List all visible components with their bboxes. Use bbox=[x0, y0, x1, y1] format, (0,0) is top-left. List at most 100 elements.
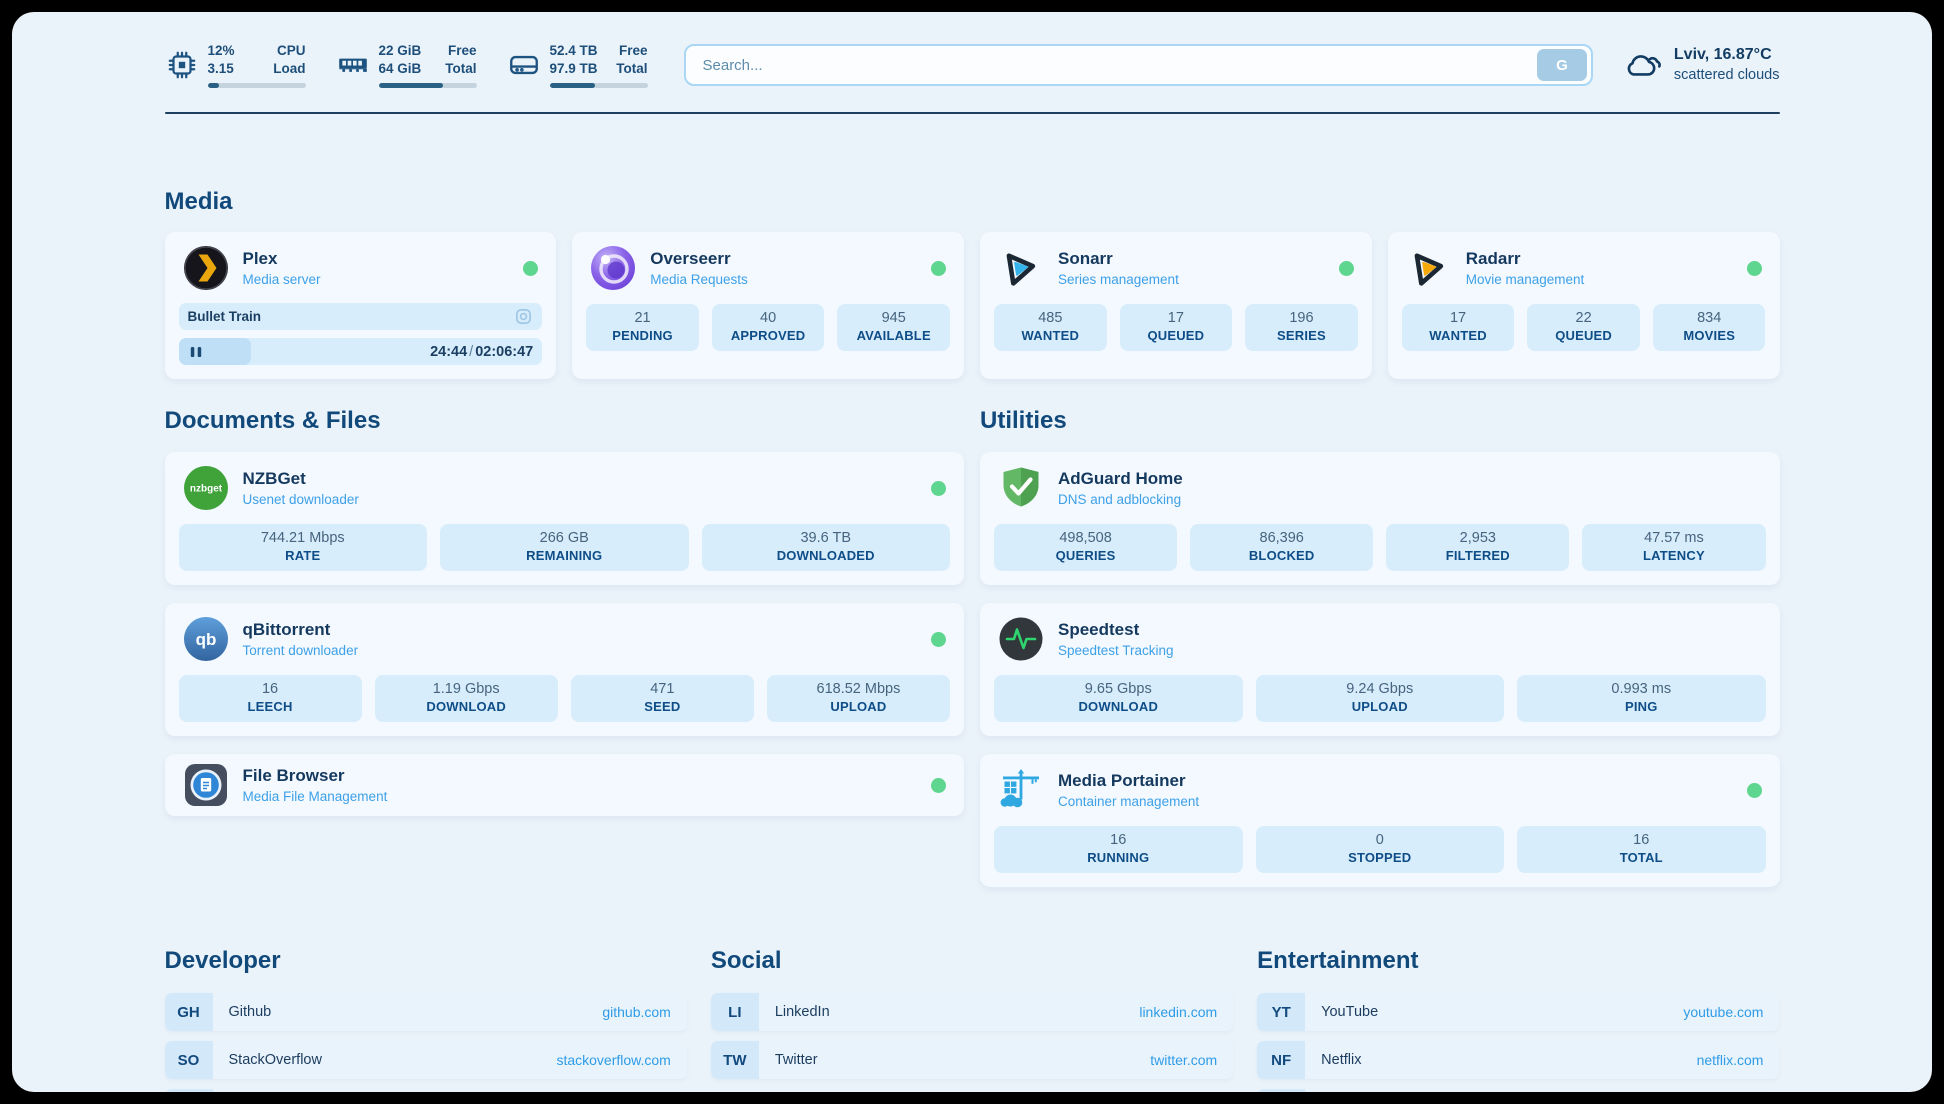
service-card-adguard[interactable]: AdGuard HomeDNS and adblocking498,508QUE… bbox=[980, 452, 1780, 585]
stat-box-available: 945AVAILABLE bbox=[837, 304, 950, 351]
pause-icon[interactable] bbox=[188, 344, 204, 360]
service-card-portainer[interactable]: Media PortainerContainer management16RUN… bbox=[980, 754, 1780, 887]
link-row-linkedin[interactable]: LILinkedInlinkedin.com bbox=[711, 993, 1233, 1031]
stat-label: DOWNLOADED bbox=[706, 548, 947, 563]
link-row-github[interactable]: GHGithubgithub.com bbox=[165, 993, 687, 1031]
stat-value: 21 bbox=[590, 310, 695, 326]
service-subtitle: Media File Management bbox=[243, 789, 388, 804]
service-card-overseerr[interactable]: OverseerrMedia Requests21PENDING40APPROV… bbox=[572, 232, 964, 379]
stat-value: 834 bbox=[1657, 310, 1762, 326]
link-abbreviation-badge: GH bbox=[165, 993, 213, 1031]
link-row-stackoverflow[interactable]: SOStackOverflowstackoverflow.com bbox=[165, 1041, 687, 1079]
link-abbreviation-badge: SO bbox=[165, 1041, 213, 1079]
link-abbreviation-badge: RE bbox=[1257, 1089, 1305, 1092]
link-section-developer: DeveloperGHGithubgithub.comSOStackOverfl… bbox=[165, 947, 687, 1092]
disk-stat: 52.4 TB Free 97.9 TB Total bbox=[507, 42, 648, 87]
service-subtitle: DNS and adblocking bbox=[1058, 492, 1183, 507]
disk-free-label: Free bbox=[619, 42, 648, 60]
stat-value: 16 bbox=[1521, 832, 1762, 848]
stat-value: 86,396 bbox=[1194, 530, 1369, 546]
stat-box-movies: 834MOVIES bbox=[1653, 304, 1766, 351]
disk-progress-track bbox=[550, 83, 648, 88]
service-card-header: OverseerrMedia Requests bbox=[586, 245, 950, 291]
svg-text:qb: qb bbox=[195, 630, 216, 649]
stat-value: 9.65 Gbps bbox=[998, 681, 1239, 697]
service-card-nzbget[interactable]: nzbgetNZBGetUsenet downloader744.21 Mbps… bbox=[165, 452, 965, 585]
service-card-header: RadarrMovie management bbox=[1402, 245, 1766, 291]
search-bar[interactable]: G bbox=[684, 44, 1593, 86]
online-status-dot bbox=[1339, 261, 1354, 276]
stat-box-blocked: 86,396BLOCKED bbox=[1190, 524, 1373, 571]
service-title: NZBGet bbox=[243, 469, 359, 489]
service-titles: SonarrSeries management bbox=[1058, 249, 1179, 287]
link-row-netflix[interactable]: NFNetflixnetflix.com bbox=[1257, 1041, 1779, 1079]
link-name: Github bbox=[229, 1004, 272, 1020]
stat-value: 22 bbox=[1531, 310, 1636, 326]
search-engine-button[interactable]: G bbox=[1537, 49, 1587, 81]
stat-box-total: 16TOTAL bbox=[1517, 826, 1766, 873]
service-stat-row: 9.65 GbpsDOWNLOAD9.24 GbpsUPLOAD0.993 ms… bbox=[994, 675, 1766, 722]
stat-box-download: 9.65 Gbps DOWNLOAD bbox=[994, 675, 1243, 722]
player-settings-icon[interactable] bbox=[514, 307, 533, 326]
stat-label: DOWNLOAD bbox=[998, 699, 1239, 714]
cpu-icon bbox=[165, 48, 199, 82]
documents-section-heading: Documents & Files bbox=[165, 407, 965, 435]
stat-box-queued: 17 QUEUED bbox=[1120, 304, 1233, 351]
stat-value: 17 bbox=[1124, 310, 1229, 326]
link-row-list: LILinkedInlinkedin.com TWTwittertwitter.c… bbox=[711, 993, 1233, 1079]
service-titles: RadarrMovie management bbox=[1466, 249, 1585, 287]
service-title: Media Portainer bbox=[1058, 771, 1199, 791]
link-url: stackoverflow.com bbox=[556, 1052, 670, 1068]
service-card-filebrowser[interactable]: File Browser Media File Management bbox=[165, 754, 965, 816]
ram-total-value: 64 GiB bbox=[379, 60, 422, 78]
ram-stat: 22 GiB Free 64 GiB Total bbox=[336, 42, 477, 87]
service-title: File Browser bbox=[243, 766, 388, 786]
weather-condition: scattered clouds bbox=[1674, 66, 1780, 85]
stat-label: QUEUED bbox=[1124, 328, 1229, 343]
stat-value: 9.24 Gbps bbox=[1260, 681, 1501, 697]
stat-value: 2,953 bbox=[1390, 530, 1565, 546]
service-card-speedtest[interactable]: SpeedtestSpeedtest Tracking9.65 GbpsDOWN… bbox=[980, 603, 1780, 736]
documents-card-stack: nzbgetNZBGetUsenet downloader744.21 Mbps… bbox=[165, 452, 965, 816]
media-section-heading: Media bbox=[165, 188, 1780, 216]
stat-box-approved: 40APPROVED bbox=[712, 304, 825, 351]
playback-progress-bar: 24:44/02:06:47 bbox=[179, 338, 543, 365]
stat-label: DOWNLOAD bbox=[379, 699, 554, 714]
service-subtitle: Movie management bbox=[1466, 272, 1585, 287]
stat-label: FILTERED bbox=[1390, 548, 1565, 563]
link-row-twitter[interactable]: TWTwittertwitter.com bbox=[711, 1041, 1233, 1079]
ram-total-label: Total bbox=[445, 60, 476, 78]
ram-free-value: 22 GiB bbox=[379, 42, 422, 60]
stat-value: 485 bbox=[998, 310, 1103, 326]
topbar-divider bbox=[165, 112, 1780, 114]
now-playing-row: Bullet Train bbox=[179, 303, 543, 330]
service-stat-row: 485WANTED17QUEUED196SERIES bbox=[994, 304, 1358, 351]
utilities-section-heading: Utilities bbox=[980, 407, 1780, 435]
link-row-list: GHGithubgithub.comSOStackOverflowstackov… bbox=[165, 993, 687, 1092]
service-card-qbittorrent[interactable]: qbqBittorrentTorrent downloader16LEECH1.… bbox=[165, 603, 965, 736]
service-card-radarr[interactable]: RadarrMovie management 17WANTED22QUEUED83… bbox=[1388, 232, 1780, 379]
link-row-dev[interactable]: DTDEVdev.to bbox=[165, 1089, 687, 1092]
cpu-stat: 12% CPU 3.15 Load bbox=[165, 42, 306, 87]
cpu-label: CPU bbox=[277, 42, 306, 60]
weather-widget: Lviv, 16.87°C scattered clouds bbox=[1623, 45, 1780, 85]
service-subtitle: Container management bbox=[1058, 794, 1199, 809]
cpu-usage-value: 12% bbox=[208, 42, 235, 60]
utilities-card-stack: AdGuard HomeDNS and adblocking498,508QUE… bbox=[980, 452, 1780, 887]
online-status-dot bbox=[931, 632, 946, 647]
stat-label: LEECH bbox=[183, 699, 358, 714]
service-stat-row: 498,508QUERIES86,396BLOCKED2,953FILTERED… bbox=[994, 524, 1766, 571]
link-row-youtube[interactable]: YTYouTubeyoutube.com bbox=[1257, 993, 1779, 1031]
link-row-reddit[interactable]: RERedditreddit.com bbox=[1257, 1089, 1779, 1092]
online-status-dot bbox=[931, 481, 946, 496]
disk-free-value: 52.4 TB bbox=[550, 42, 598, 60]
service-card-plex[interactable]: PlexMedia serverBullet Train24:44/02:06:… bbox=[165, 232, 557, 379]
search-input[interactable] bbox=[690, 57, 1537, 74]
service-title: qBittorrent bbox=[243, 620, 359, 640]
service-stat-row: 17WANTED22QUEUED834MOVIES bbox=[1402, 304, 1766, 351]
plex-icon bbox=[183, 245, 229, 291]
service-card-sonarr[interactable]: SonarrSeries management485WANTED17QUEUED… bbox=[980, 232, 1372, 379]
link-abbreviation-badge: LI bbox=[711, 993, 759, 1031]
link-name: YouTube bbox=[1321, 1004, 1378, 1020]
stat-value: 16 bbox=[998, 832, 1239, 848]
